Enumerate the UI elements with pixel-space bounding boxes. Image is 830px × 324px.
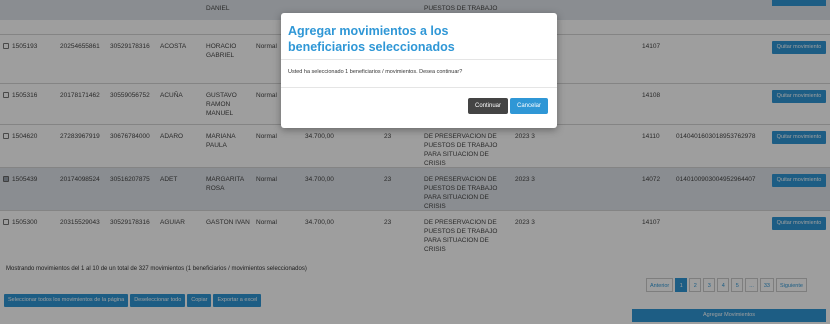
modal-message: Usted ha seleccionado 1 beneficiarios / …: [288, 69, 463, 75]
modal-divider: [281, 59, 557, 60]
confirm-modal: Agregar movimientos a los beneficiarios …: [281, 13, 557, 128]
continue-button[interactable]: Continuar: [468, 98, 508, 114]
modal-divider: [281, 87, 557, 88]
cancel-button[interactable]: Cancelar: [510, 98, 548, 114]
modal-title: Agregar movimientos a los beneficiarios …: [288, 24, 455, 54]
